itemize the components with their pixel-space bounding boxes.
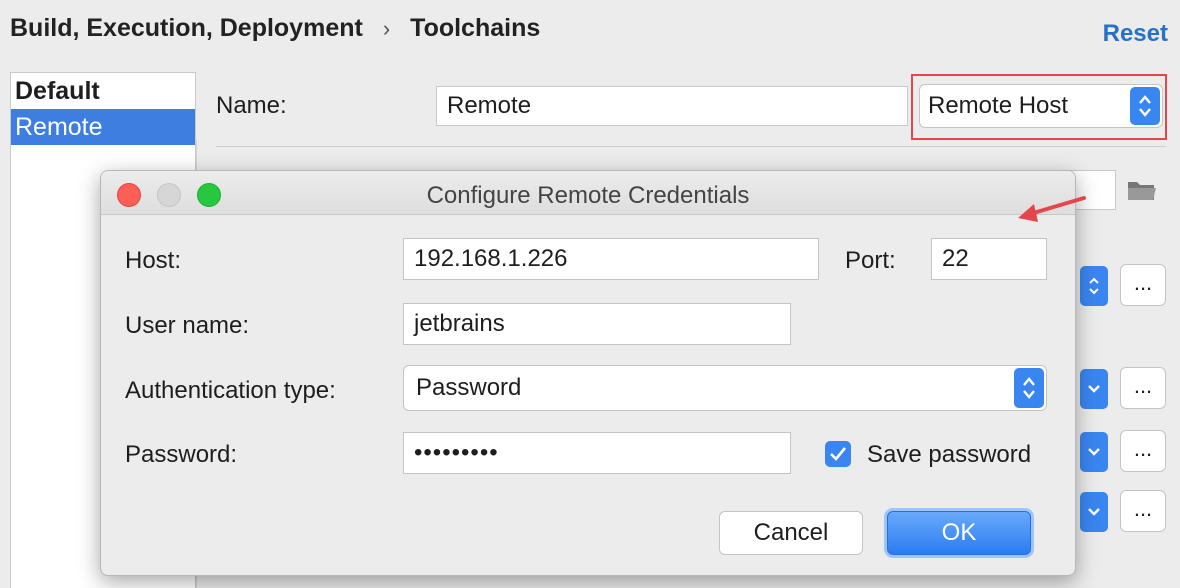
select-stepper-icon[interactable] [1080,266,1108,306]
remote-credentials-dialog: Configure Remote Credentials Host: 192.1… [100,170,1076,576]
checkmark-icon [830,447,847,461]
breadcrumb-parent[interactable]: Build, Execution, Deployment [10,14,363,43]
dialog-title: Configure Remote Credentials [426,182,750,209]
name-label: Name: [216,92,287,119]
folder-icon[interactable] [1118,170,1166,210]
reset-link[interactable]: Reset [1103,20,1168,48]
dialog-titlebar: Configure Remote Credentials [101,171,1075,215]
select-stepper-icon [1014,368,1044,408]
toolchain-item-remote[interactable]: Remote [11,109,195,145]
chevron-down-icon[interactable] [1080,432,1108,472]
browse-button[interactable]: ... [1120,430,1166,472]
browse-button[interactable]: ... [1120,264,1166,306]
save-password-checkbox[interactable] [825,441,851,467]
cancel-button[interactable]: Cancel [719,511,863,555]
browse-button[interactable]: ... [1120,490,1166,532]
bg-toolchain-row: ... [1080,264,1166,308]
bg-toolchain-row: ... [1080,367,1166,411]
host-input[interactable]: 192.168.1.226 [403,238,819,280]
chevron-down-icon[interactable] [1080,492,1108,532]
port-label: Port: [845,247,896,274]
toolchain-type-value: Remote Host [928,92,1069,119]
user-name-input[interactable]: jetbrains [403,303,791,345]
bg-toolchain-row: ... [1080,490,1166,534]
port-input[interactable]: 22 [931,238,1047,280]
breadcrumb: Build, Execution, Deployment › Toolchain… [10,14,540,43]
bg-toolchain-row: ... [1080,430,1166,474]
auth-type-select[interactable]: Password [403,365,1047,411]
host-label: Host: [125,247,182,274]
save-password-label[interactable]: Save password [867,441,1031,469]
name-input[interactable]: Remote [436,86,908,126]
auth-type-label: Authentication type: [125,377,336,404]
ok-button[interactable]: OK [887,511,1031,555]
annotation-arrow-icon [1018,196,1086,222]
section-divider [216,146,1166,147]
password-input[interactable]: ••••••••• [403,432,791,474]
toolchain-type-select[interactable]: Remote Host [919,84,1163,128]
browse-button[interactable]: ... [1120,367,1166,409]
auth-type-value: Password [416,374,522,401]
chevron-down-icon[interactable] [1080,369,1108,409]
breadcrumb-separator: › [382,15,391,41]
breadcrumb-current: Toolchains [410,14,541,42]
user-name-label: User name: [125,312,250,339]
select-stepper-icon [1130,87,1160,125]
password-label: Password: [125,441,238,468]
toolchain-item-default[interactable]: Default [11,73,195,109]
